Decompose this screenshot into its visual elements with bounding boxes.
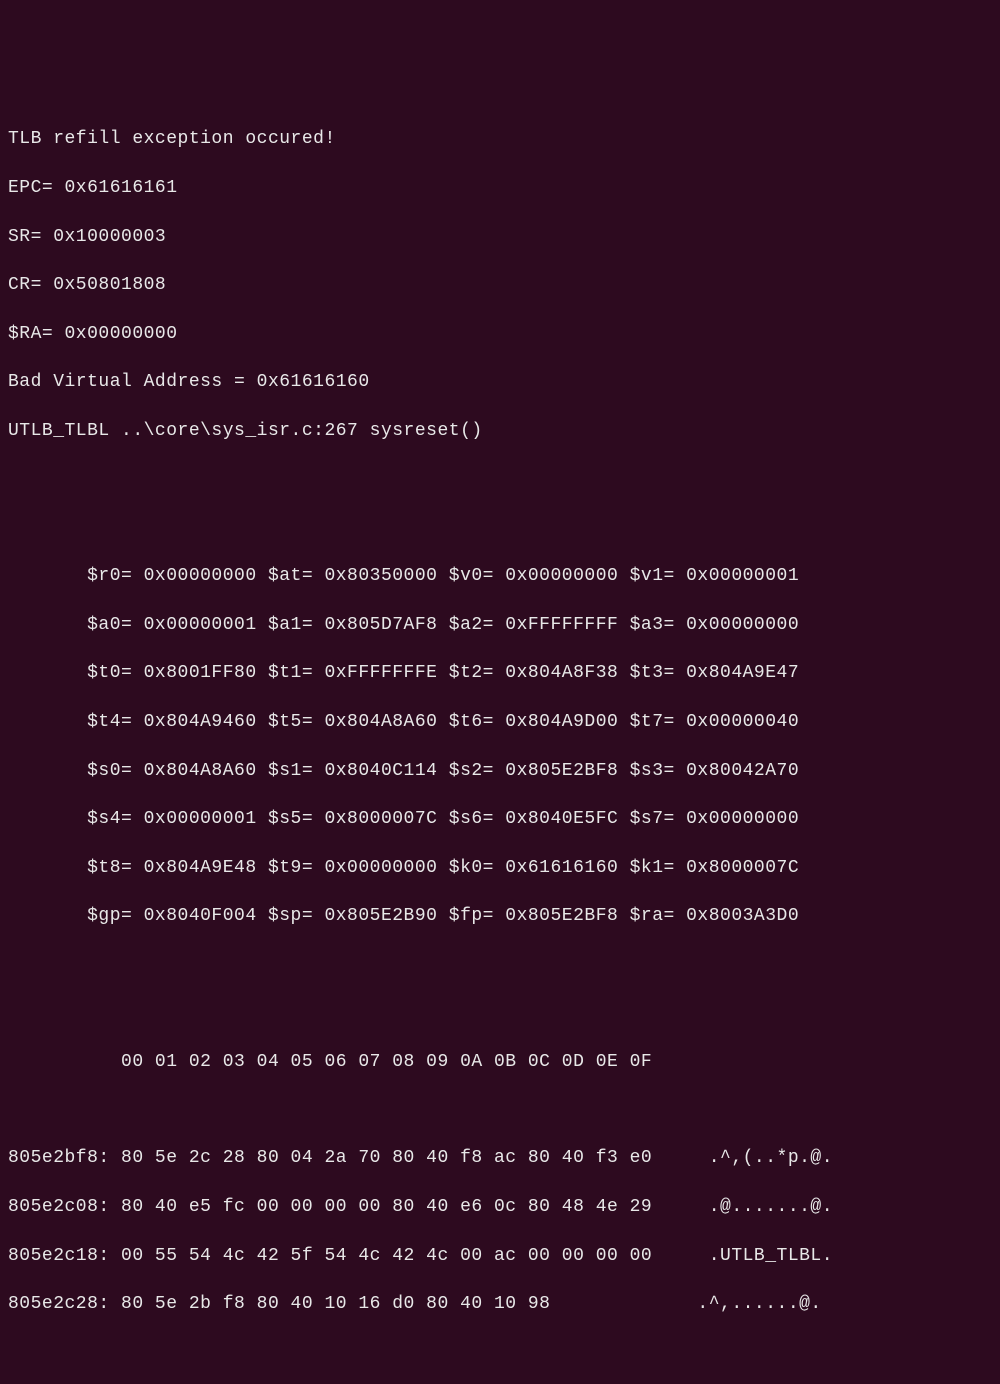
hexdump-header: 00 01 02 03 04 05 06 07 08 09 0A 0B 0C 0… <box>8 1050 992 1074</box>
exception-title: TLB refill exception occured! <box>8 127 992 151</box>
bad-virtual-address: Bad Virtual Address = 0x61616160 <box>8 370 992 394</box>
register-row-0: $r0= 0x00000000 $at= 0x80350000 $v0= 0x0… <box>8 564 992 588</box>
terminal-output: TLB refill exception occured! EPC= 0x616… <box>8 103 992 1341</box>
spacer <box>8 516 992 540</box>
source-location: UTLB_TLBL ..\core\sys_isr.c:267 sysreset… <box>8 419 992 443</box>
hexdump-row-1: 805e2c08: 80 40 e5 fc 00 00 00 00 80 40 … <box>8 1195 992 1219</box>
sr-register: SR= 0x10000003 <box>8 225 992 249</box>
register-row-7: $gp= 0x8040F004 $sp= 0x805E2B90 $fp= 0x8… <box>8 904 992 928</box>
hexdump-row-3: 805e2c28: 80 5e 2b f8 80 40 10 16 d0 80 … <box>8 1292 992 1316</box>
register-row-5: $s4= 0x00000001 $s5= 0x8000007C $s6= 0x8… <box>8 807 992 831</box>
cr-register: CR= 0x50801808 <box>8 273 992 297</box>
hexdump-row-2: 805e2c18: 00 55 54 4c 42 5f 54 4c 42 4c … <box>8 1244 992 1268</box>
hexdump-row-0: 805e2bf8: 80 5e 2c 28 80 04 2a 70 80 40 … <box>8 1146 992 1170</box>
register-row-4: $s0= 0x804A8A60 $s1= 0x8040C114 $s2= 0x8… <box>8 759 992 783</box>
spacer <box>8 468 992 492</box>
spacer <box>8 1098 992 1122</box>
register-row-1: $a0= 0x00000001 $a1= 0x805D7AF8 $a2= 0xF… <box>8 613 992 637</box>
spacer <box>8 1001 992 1025</box>
register-row-6: $t8= 0x804A9E48 $t9= 0x00000000 $k0= 0x6… <box>8 856 992 880</box>
register-row-3: $t4= 0x804A9460 $t5= 0x804A8A60 $t6= 0x8… <box>8 710 992 734</box>
epc-register: EPC= 0x61616161 <box>8 176 992 200</box>
spacer <box>8 953 992 977</box>
ra-register: $RA= 0x00000000 <box>8 322 992 346</box>
register-row-2: $t0= 0x8001FF80 $t1= 0xFFFFFFFE $t2= 0x8… <box>8 661 992 685</box>
